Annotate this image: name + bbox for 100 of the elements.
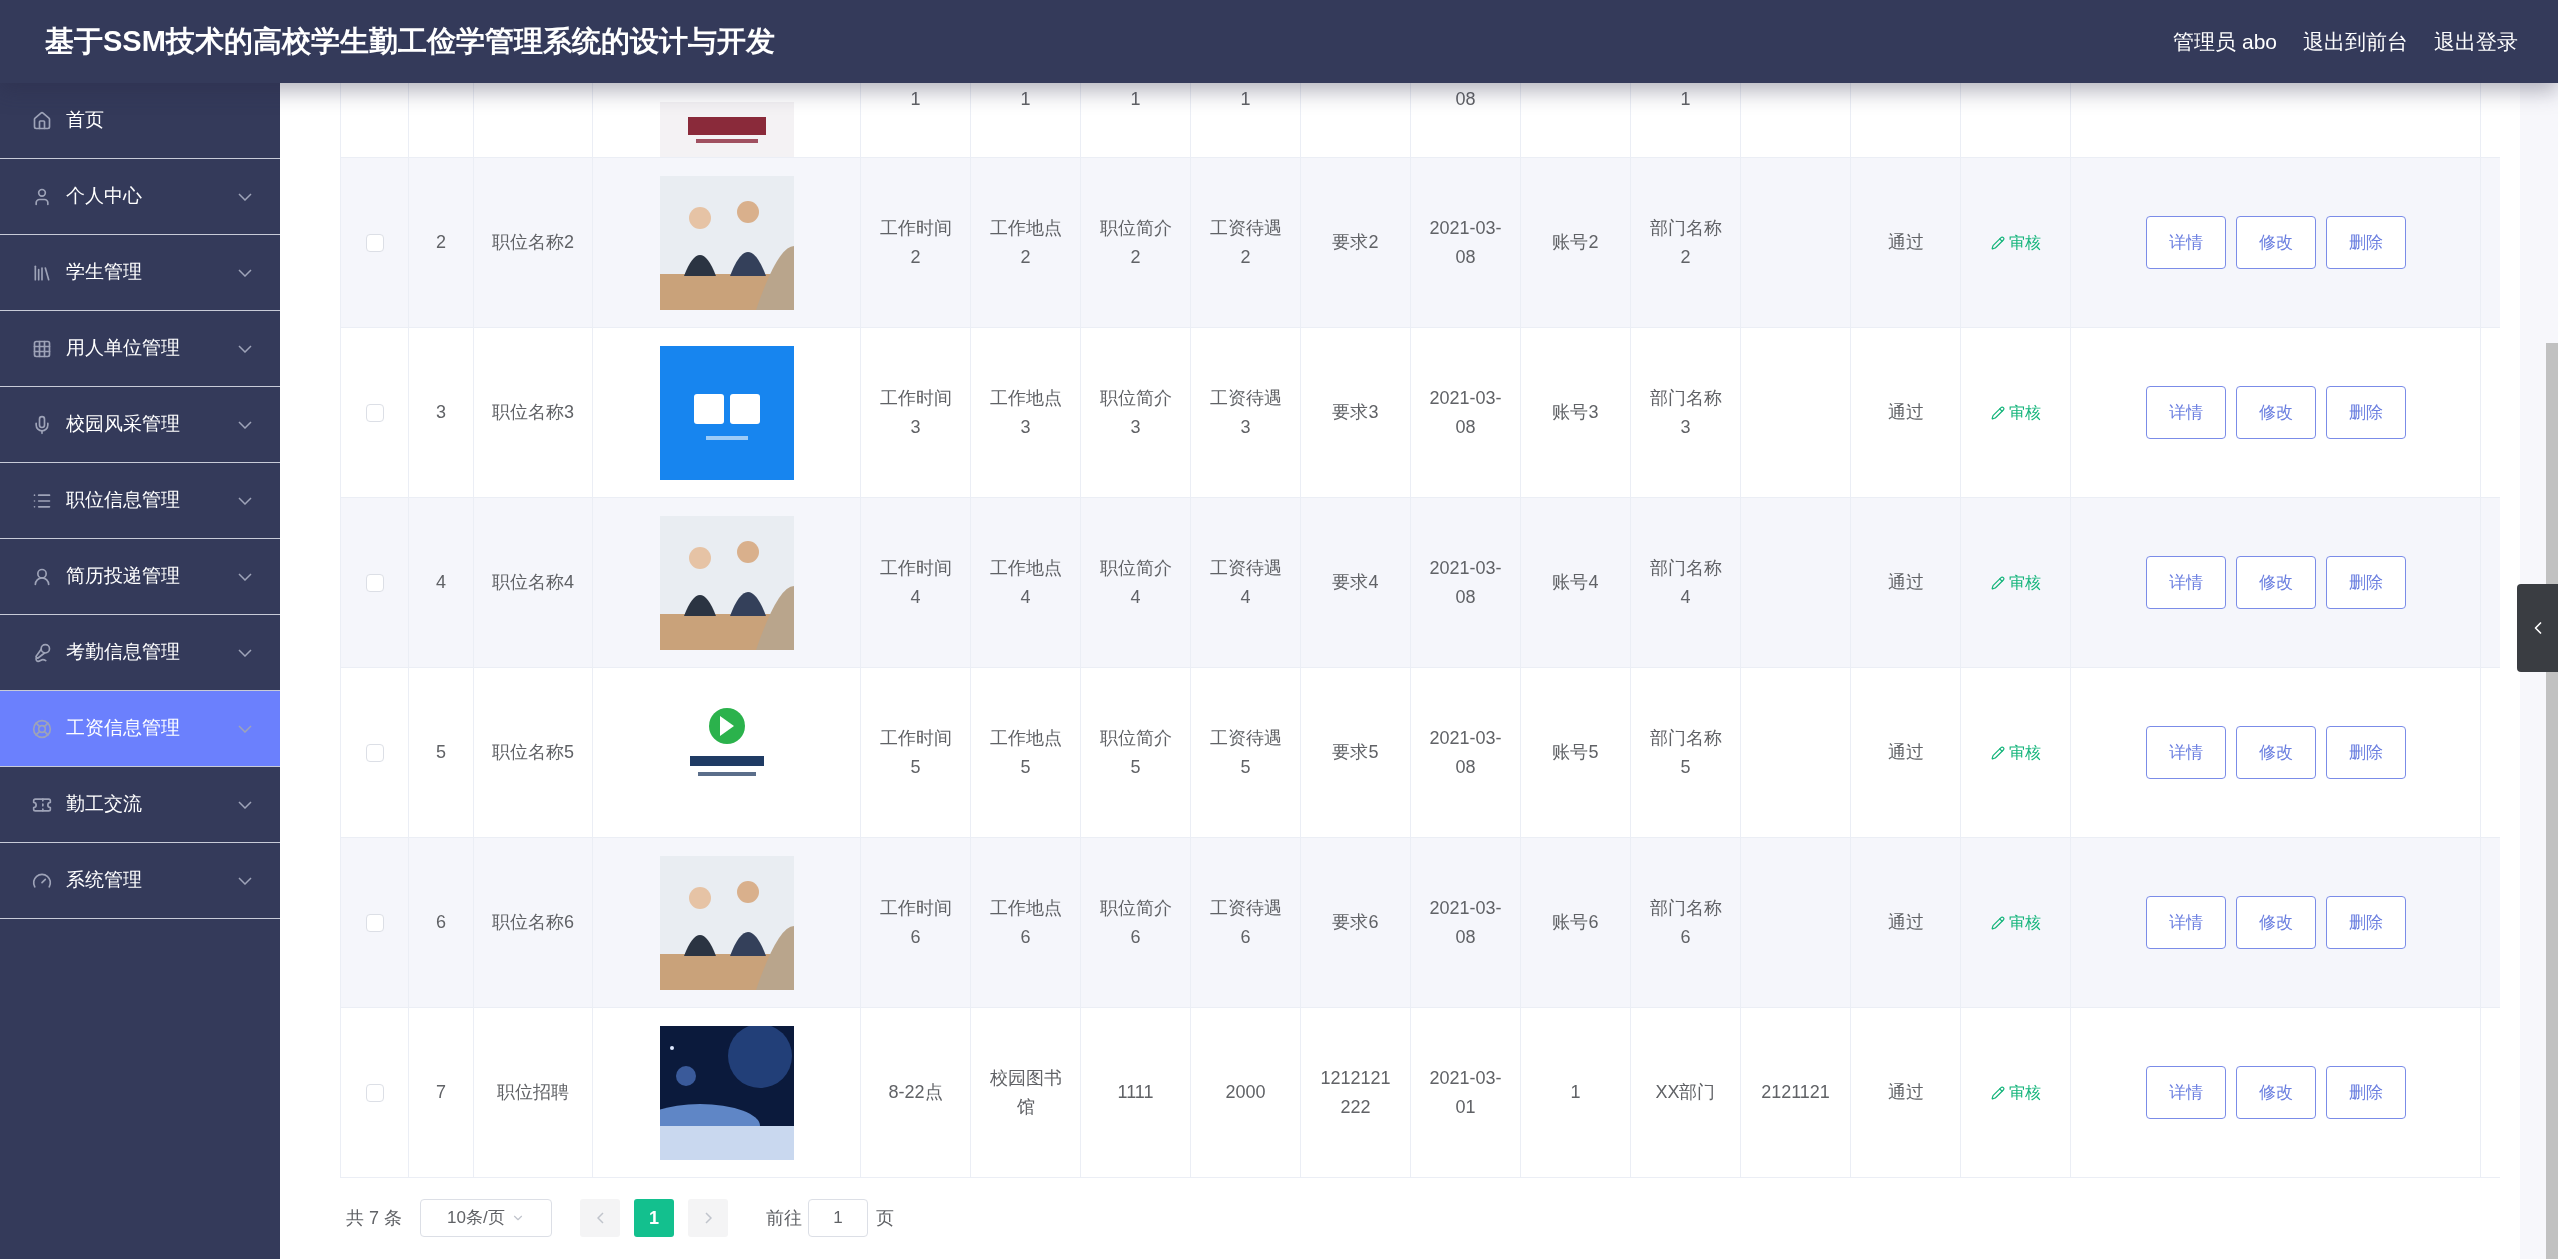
sidebar-label: 校园风采管理: [66, 412, 181, 437]
action-button[interactable]: 详情: [2145, 216, 2226, 269]
row-checkbox[interactable]: [365, 1083, 384, 1102]
chevron-down-icon: [238, 344, 252, 353]
sidebar-label: 学生管理: [66, 260, 143, 285]
table-cell-text: 工资待遇2: [1208, 216, 1283, 269]
table-cell-text: 职位名称6: [492, 911, 574, 934]
prev-page-button[interactable]: [580, 1199, 620, 1237]
pencil-icon: [1990, 915, 2005, 930]
status-text: 通过: [1887, 741, 1924, 764]
table-cell-text: 2000: [1224, 1081, 1267, 1105]
grid-icon: [32, 338, 52, 359]
sidebar-label: 用人单位管理: [66, 336, 181, 361]
review-link[interactable]: 审核: [1990, 570, 2041, 595]
pencil-icon: [1990, 1085, 2005, 1100]
table-cell-text: 账号5: [1551, 741, 1600, 765]
review-link[interactable]: 审核: [1990, 910, 2041, 935]
header-link[interactable]: 退出登录: [2434, 25, 2518, 58]
action-button[interactable]: 修改: [2235, 896, 2316, 949]
pencil-icon: [1990, 575, 2005, 590]
table-cell-text: 工作地点2: [988, 216, 1063, 269]
action-button[interactable]: 修改: [2235, 216, 2316, 269]
row-checkbox[interactable]: [365, 743, 384, 762]
total-count: 共 7 条: [346, 1206, 402, 1230]
action-button[interactable]: 删除: [2325, 896, 2406, 949]
action-button[interactable]: 删除: [2325, 726, 2406, 779]
chevron-down-icon: [238, 876, 252, 885]
table-cell-text: 8-22点: [887, 1081, 944, 1105]
action-button[interactable]: 详情: [2145, 556, 2226, 609]
table-cell-text: 工作地点4: [988, 556, 1063, 609]
chevron-down-icon: [238, 268, 252, 277]
row-checkbox[interactable]: [365, 573, 384, 592]
scrollbar-thumb[interactable]: [2546, 343, 2558, 1259]
action-button[interactable]: 删除: [2325, 1066, 2406, 1119]
table-cell-text: 1: [1569, 1081, 1582, 1105]
action-button[interactable]: 修改: [2235, 726, 2316, 779]
page-size-select[interactable]: 10条/页: [420, 1199, 552, 1237]
chevron-down-icon: [238, 724, 252, 733]
row-number: 3: [436, 401, 446, 424]
row-number: 7: [436, 1081, 446, 1104]
table-cell-text: 1: [1679, 88, 1692, 111]
page-input[interactable]: 1: [808, 1199, 868, 1237]
review-link[interactable]: 审核: [1990, 230, 2041, 255]
goto-label: 前往: [766, 1206, 802, 1230]
action-button[interactable]: 详情: [2145, 386, 2226, 439]
table-cell-text: 1212121222: [1319, 1066, 1392, 1119]
collapse-handle[interactable]: [2517, 584, 2558, 672]
status-text: 通过: [1887, 231, 1924, 254]
action-button[interactable]: 修改: [2235, 1066, 2316, 1119]
table-cell-text: 账号2: [1551, 231, 1600, 255]
header-link[interactable]: 管理员 abo: [2173, 25, 2277, 58]
chevron-down-icon: [238, 648, 252, 657]
row-number: 2: [436, 231, 446, 254]
table-cell-text: 工作地点3: [988, 386, 1063, 439]
table-cell-text: 要求5: [1331, 741, 1380, 765]
sidebar-label: 简历投递管理: [66, 564, 181, 589]
sidebar-item[interactable]: 工资信息管理: [0, 691, 280, 767]
table-cell-text: 1111: [1116, 1081, 1155, 1105]
action-button[interactable]: 删除: [2325, 556, 2406, 609]
table-cell-text: 1: [1239, 88, 1252, 111]
action-button[interactable]: 删除: [2325, 216, 2406, 269]
table-cell-text: 2021-03-08: [1428, 216, 1503, 269]
table-cell-text: 2021-03-08: [1428, 726, 1503, 779]
table-cell-text: 职位名称2: [492, 231, 574, 254]
review-link[interactable]: 审核: [1990, 740, 2041, 765]
table-cell-text: 2021-03-08: [1428, 386, 1503, 439]
table-cell-text: 部门名称6: [1648, 896, 1723, 949]
table-cell-text: 要求3: [1331, 401, 1380, 425]
chevron-right-icon: [704, 1212, 712, 1224]
review-link[interactable]: 审核: [1990, 1080, 2041, 1105]
home-icon: [32, 110, 52, 131]
status-text: 通过: [1887, 1081, 1924, 1104]
table-cell-text: 账号4: [1551, 571, 1600, 595]
row-checkbox[interactable]: [365, 913, 384, 932]
next-page-button[interactable]: [688, 1199, 728, 1237]
review-link[interactable]: 审核: [1990, 400, 2041, 425]
table-cell-text: 工作时间5: [878, 726, 953, 779]
table-cell-text: 工作时间6: [878, 896, 953, 949]
action-button[interactable]: 详情: [2145, 896, 2226, 949]
page-button[interactable]: 1: [634, 1199, 674, 1237]
chevron-down-icon: [238, 420, 252, 429]
chevron-down-icon: [238, 800, 252, 809]
row-checkbox[interactable]: [365, 403, 384, 422]
table-cell-text: 职位简介3: [1098, 386, 1173, 439]
table-cell-text: 工资待遇3: [1208, 386, 1283, 439]
action-button[interactable]: 详情: [2145, 1066, 2226, 1119]
table-cell-text: 部门名称2: [1648, 216, 1723, 269]
row-number: 5: [436, 741, 446, 764]
user-icon: [32, 186, 52, 207]
action-button[interactable]: 详情: [2145, 726, 2226, 779]
action-button[interactable]: 删除: [2325, 386, 2406, 439]
table-cell-text: 1: [1019, 88, 1032, 111]
table-cell-text: 部门名称3: [1648, 386, 1723, 439]
action-button[interactable]: 修改: [2235, 556, 2316, 609]
sidebar-label: 工资信息管理: [66, 716, 181, 741]
pencil-icon: [1990, 405, 2005, 420]
action-button[interactable]: 修改: [2235, 386, 2316, 439]
table-cell-text: 职位简介5: [1098, 726, 1173, 779]
header-link[interactable]: 退出到前台: [2303, 25, 2408, 58]
row-checkbox[interactable]: [365, 233, 384, 252]
